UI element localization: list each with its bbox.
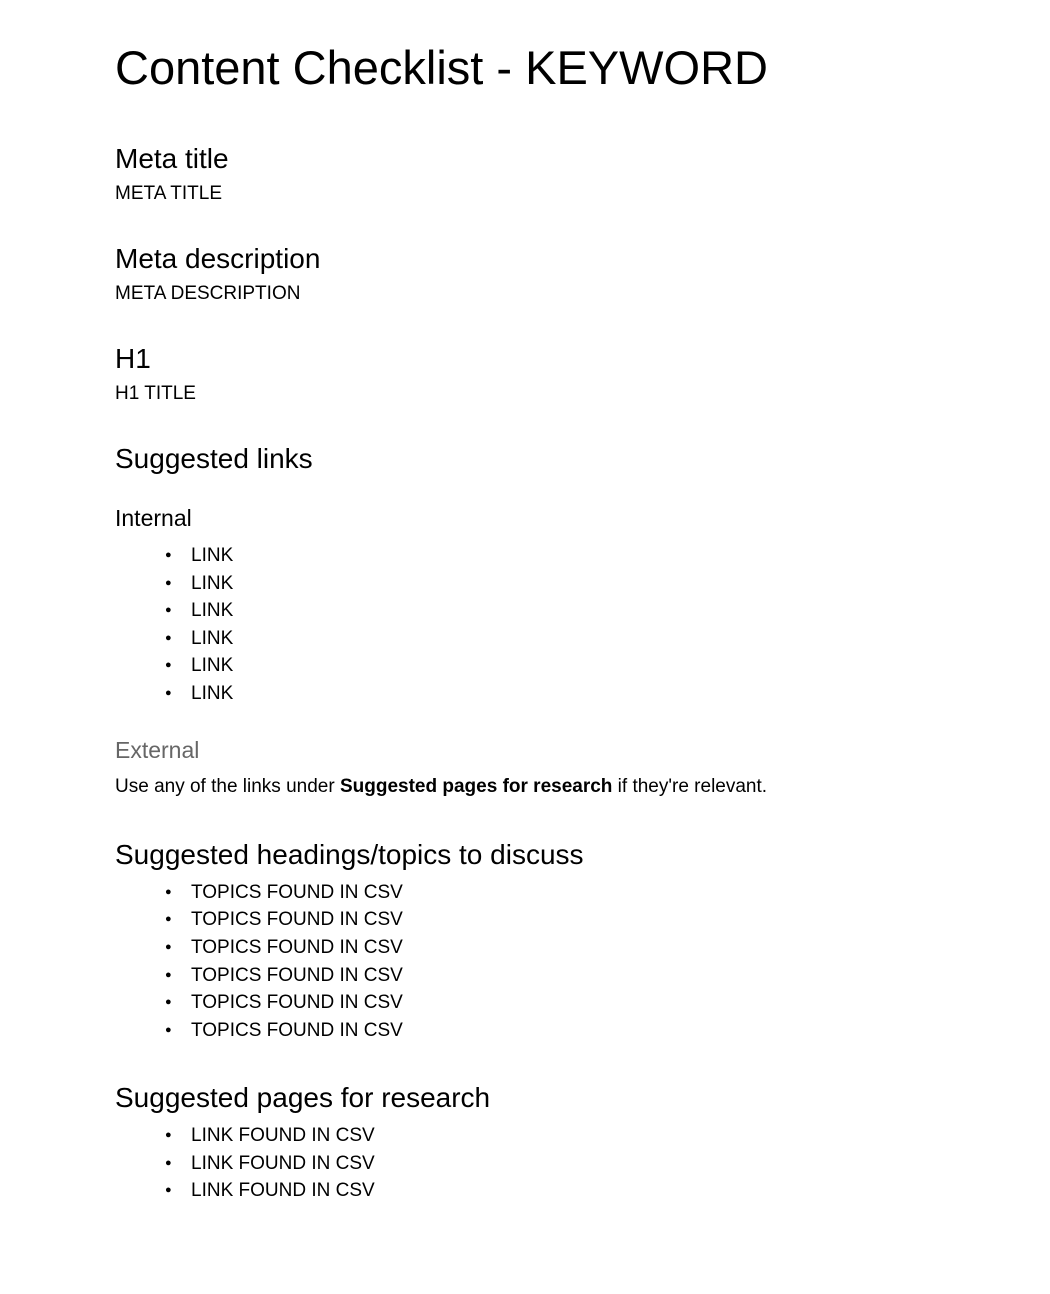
topics-list: TOPICS FOUND IN CSV TOPICS FOUND IN CSV … bbox=[115, 879, 970, 1044]
list-item: LINK bbox=[165, 625, 970, 653]
meta-description-value: META DESCRIPTION bbox=[115, 283, 970, 305]
h1-value: H1 TITLE bbox=[115, 383, 970, 405]
list-item: LINK bbox=[165, 570, 970, 598]
list-item: TOPICS FOUND IN CSV bbox=[165, 962, 970, 990]
list-item: LINK bbox=[165, 597, 970, 625]
suggested-pages-heading: Suggested pages for research bbox=[115, 1082, 970, 1114]
external-text-bold: Suggested pages for research bbox=[340, 776, 612, 797]
list-item: TOPICS FOUND IN CSV bbox=[165, 934, 970, 962]
external-text-prefix: Use any of the links under bbox=[115, 776, 340, 797]
research-pages-list: LINK FOUND IN CSV LINK FOUND IN CSV LINK… bbox=[115, 1122, 970, 1205]
meta-title-value: META TITLE bbox=[115, 183, 970, 205]
external-text: Use any of the links under Suggested pag… bbox=[115, 774, 970, 801]
list-item: TOPICS FOUND IN CSV bbox=[165, 879, 970, 907]
list-item: LINK FOUND IN CSV bbox=[165, 1177, 970, 1205]
list-item: TOPICS FOUND IN CSV bbox=[165, 1017, 970, 1045]
list-item: LINK FOUND IN CSV bbox=[165, 1122, 970, 1150]
h1-heading: H1 bbox=[115, 343, 970, 375]
list-item: LINK bbox=[165, 652, 970, 680]
list-item: LINK bbox=[165, 680, 970, 708]
suggested-topics-heading: Suggested headings/topics to discuss bbox=[115, 839, 970, 871]
list-item: LINK bbox=[165, 542, 970, 570]
internal-subheading: Internal bbox=[115, 505, 970, 532]
list-item: TOPICS FOUND IN CSV bbox=[165, 906, 970, 934]
internal-links-list: LINK LINK LINK LINK LINK LINK bbox=[115, 542, 970, 707]
external-text-suffix: if they're relevant. bbox=[612, 776, 767, 797]
list-item: LINK FOUND IN CSV bbox=[165, 1150, 970, 1178]
suggested-links-heading: Suggested links bbox=[115, 443, 970, 475]
external-subheading: External bbox=[115, 737, 970, 764]
list-item: TOPICS FOUND IN CSV bbox=[165, 989, 970, 1017]
meta-title-heading: Meta title bbox=[115, 143, 970, 175]
page-title: Content Checklist - KEYWORD bbox=[115, 40, 970, 95]
meta-description-heading: Meta description bbox=[115, 243, 970, 275]
